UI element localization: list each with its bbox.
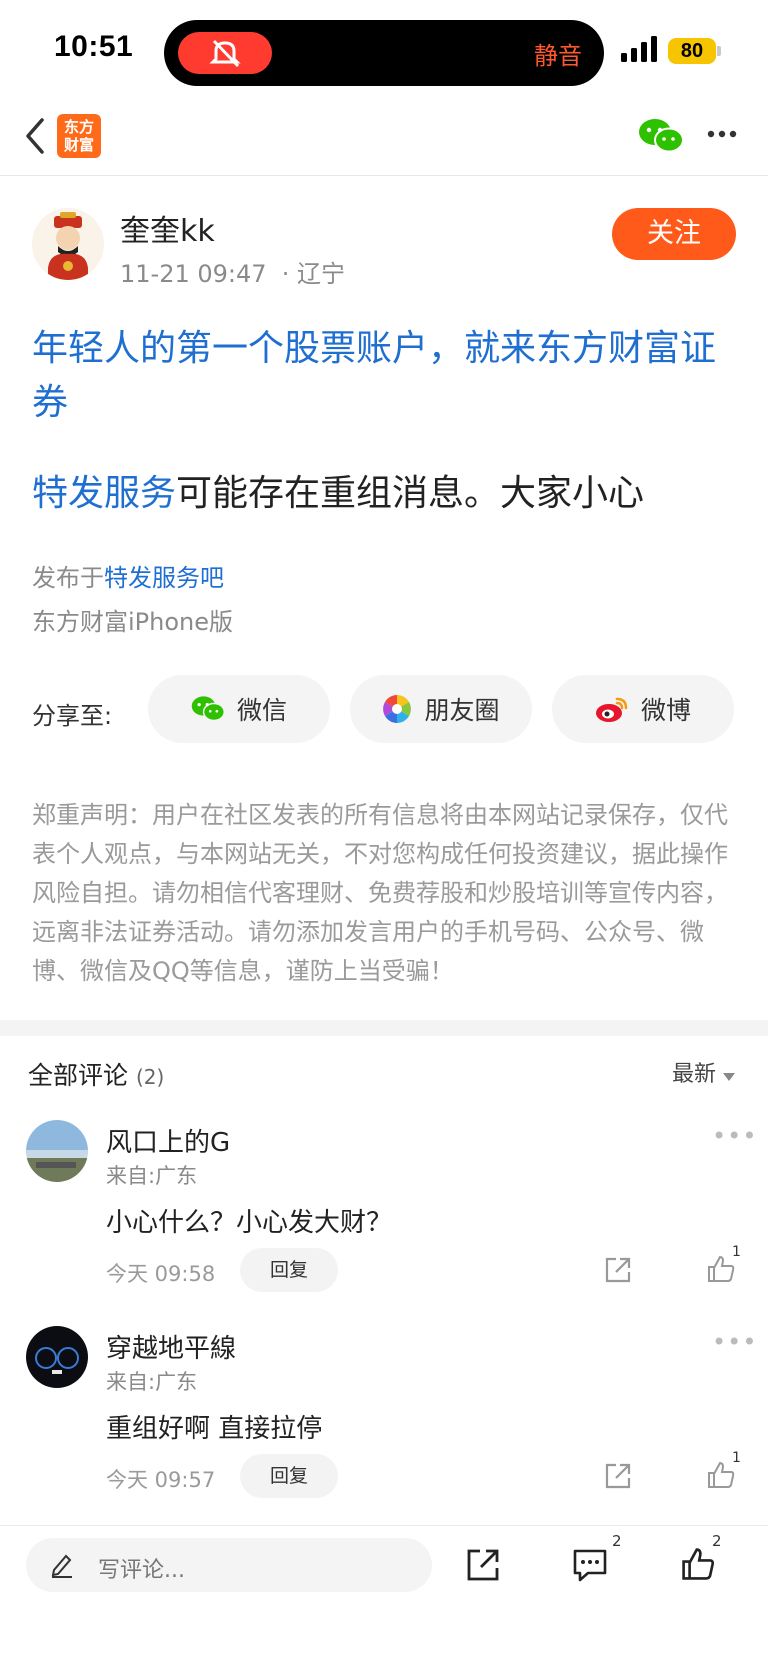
comment-text: 小心什么？小心发大财？ [106, 1208, 393, 1238]
mute-indicator [178, 32, 272, 74]
commenter-name[interactable]: 穿越地平線 [106, 1328, 236, 1365]
eastmoney-logo[interactable]: 东方财富 [57, 114, 101, 158]
comment-like-count: 1 [732, 1244, 741, 1260]
like-icon[interactable] [680, 1546, 716, 1582]
share-wechat-label: 微信 [236, 696, 287, 725]
share-icon[interactable] [466, 1548, 500, 1582]
post-location: · 辽宁 [281, 260, 346, 288]
wechat-share-icon[interactable] [638, 118, 684, 154]
comment-text: 重组好啊 直接拉停 [106, 1414, 323, 1444]
share-out-icon[interactable] [604, 1256, 632, 1284]
post-body: 特发服务可能存在重组消息。大家小心 [32, 464, 742, 516]
promo-headline[interactable]: 年轻人的第一个股票账户，就来东方财富证券 [32, 322, 742, 430]
comment-item: 穿越地平線 ••• 来自:广东 重组好啊 直接拉停 今天 09:57 回复 1 [0, 1322, 768, 1502]
client-source: 东方财富iPhone版 [32, 608, 234, 636]
logo-text: 东方财富 [63, 118, 94, 154]
comments-count: (2) [135, 1065, 165, 1089]
bottom-bar-divider [0, 1525, 768, 1526]
caishen-avatar-icon [32, 208, 104, 280]
disclaimer-text: 郑重声明：用户在社区发表的所有信息将由本网站记录保存，仅代表个人观点，与本网站无… [32, 801, 728, 985]
comment-item: 风口上的G ••• 来自:广东 小心什么？小心发大财？ 今天 09:58 回复 … [0, 1116, 768, 1296]
commenter-location: 来自:广东 [106, 1164, 198, 1188]
commenter-location: 来自:广东 [106, 1370, 198, 1394]
comments-title: 全部评论 [28, 1061, 129, 1090]
published-in: 发布于特发服务吧 [32, 558, 224, 593]
post-meta: 11-21 09:47 · 辽宁 [120, 254, 345, 289]
sort-label: 最新 [672, 1062, 717, 1087]
battery-cap [717, 46, 721, 56]
battery-indicator: 80 [668, 38, 716, 64]
share-out-icon[interactable] [604, 1462, 632, 1490]
share-moments-label: 朋友圈 [424, 696, 500, 725]
comment-time: 今天 09:58 [106, 1262, 216, 1286]
sort-dropdown[interactable]: 最新 [672, 1056, 736, 1088]
comments-header: 全部评论 (2) [28, 1056, 164, 1092]
share-weibo-label: 微博 [640, 696, 691, 725]
nav-divider [0, 175, 768, 176]
follow-button[interactable]: 关注 [612, 208, 736, 260]
commenter-name[interactable]: 风口上的G [106, 1122, 230, 1159]
comment-avatar[interactable] [26, 1326, 88, 1388]
dashboard-avatar-icon [26, 1326, 88, 1388]
share-moments-button[interactable]: 朋友圈 [350, 675, 532, 743]
comment-avatar[interactable] [26, 1120, 88, 1182]
post-date: 11-21 09:47 [120, 260, 267, 288]
landscape-avatar-icon [26, 1120, 88, 1182]
mute-label: 静音 [534, 42, 582, 70]
author-name[interactable]: 奎奎kk [120, 206, 215, 250]
stock-tag-link[interactable]: 特发服务 [32, 473, 176, 514]
comment-more-icon[interactable]: ••• [712, 1122, 757, 1150]
weibo-icon [595, 697, 628, 722]
comment-count-badge: 2 [612, 1532, 622, 1550]
section-separator [0, 1020, 768, 1036]
post-text: 可能存在重组消息。大家小心 [176, 473, 645, 514]
comment-like-count: 1 [732, 1450, 741, 1466]
status-time: 10:51 [54, 30, 134, 63]
more-icon[interactable] [706, 128, 738, 140]
share-label: 分享至: [32, 702, 113, 730]
cellular-signal-icon [621, 36, 657, 62]
reply-button[interactable]: 回复 [240, 1454, 338, 1498]
write-comment-placeholder: 写评论... [98, 1558, 185, 1583]
reply-button[interactable]: 回复 [240, 1248, 338, 1292]
back-arrow-icon[interactable] [24, 118, 46, 154]
stock-bar-link[interactable]: 特发服务吧 [104, 564, 224, 592]
share-weibo-button[interactable]: 微博 [552, 675, 734, 743]
moments-icon [383, 695, 412, 723]
comment-time: 今天 09:57 [106, 1468, 216, 1492]
caret-down-icon [723, 1073, 736, 1081]
pencil-icon [51, 1554, 72, 1578]
bell-slash-icon [209, 39, 241, 68]
wechat-icon [191, 696, 225, 722]
author-avatar[interactable] [32, 208, 104, 280]
comment-more-icon[interactable]: ••• [712, 1328, 757, 1356]
dynamic-island: 静音 [164, 20, 604, 86]
share-wechat-button[interactable]: 微信 [148, 675, 330, 743]
published-prefix: 发布于 [32, 564, 104, 592]
comment-icon[interactable] [572, 1548, 608, 1582]
write-comment-input[interactable] [26, 1538, 432, 1592]
like-count-badge: 2 [712, 1532, 722, 1550]
